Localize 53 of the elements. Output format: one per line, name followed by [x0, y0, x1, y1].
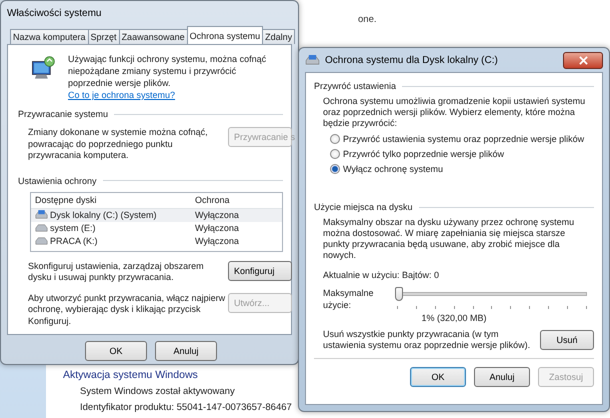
tab[interactable]: Ochrona systemu [186, 26, 264, 44]
slider-label: Maksymalne użycie: [323, 287, 375, 312]
drive-name: PRACA (K:) [50, 236, 99, 246]
description-text: Zmiany dokonane w systemie można cofnąć, powracając do poprzedniego punktu przywracania komputera. [28, 127, 209, 162]
dialog-button[interactable]: Anuluj [155, 341, 217, 361]
drive-icon [35, 236, 48, 246]
configure-button[interactable]: Konfiguruj [228, 260, 292, 280]
radio-button[interactable] [330, 134, 340, 144]
drive-name: Dysk lokalny (C:) (System) [50, 210, 158, 220]
group-title: Przywracanie systemu [18, 109, 108, 119]
system-drive-icon [35, 210, 48, 220]
window-title: Właściwości systemu [7, 8, 102, 19]
description-text: Maksymalny obszar na dysku używany przez ochronę systemu można dostosować. W miarę zapełniania się miejsca starsze punkty przywracania będą usuwane, aby zrobić miejsce dla nowych. [323, 217, 576, 261]
protection-status: Wyłączona [195, 236, 239, 246]
dialog-button[interactable]: OK [85, 341, 147, 361]
help-link[interactable]: Co to je ochrona systemu? [68, 89, 176, 101]
radio-button[interactable] [330, 164, 340, 174]
info-text: Identyfikator produktu: 55041-147-0073657-86467 [79, 402, 292, 413]
tab[interactable]: Nazwa komputera [10, 29, 89, 44]
protection-status: Wyłączona [195, 223, 239, 233]
window-title: Ochrona systemu dla Dysk lokalny (C:) [325, 54, 498, 66]
description-text: Usuń wszystkie punkty przywracania (w tym ustawienia systemu oraz poprzednie wersje plików). [323, 329, 532, 351]
background-text: one. [358, 14, 376, 25]
drive-name: system (E:) [50, 223, 97, 233]
group-title: Ustawienia ochrony [18, 176, 97, 186]
protection-status: Wyłączona [195, 210, 239, 220]
column-header[interactable]: Dostępne dyski [35, 195, 195, 205]
info-text: System Windows został aktywowany [79, 386, 236, 397]
section-heading: Aktywacja systemu Windows [63, 369, 199, 381]
delete-button[interactable]: Usuń [540, 330, 594, 350]
dialog-button[interactable]: Anuluj [474, 367, 530, 387]
computer-shield-icon [30, 55, 56, 81]
dialog-button[interactable]: OK [410, 367, 466, 387]
group-title: Przywróć ustawienia [314, 81, 396, 91]
usage-text: Aktualnie w użyciu: Bajtów: 0 [323, 270, 440, 281]
description-text: Używając funkcji ochrony systemu, można cofnąć niepożądane zmiany systemu i przywrócić poprzednie wersje plików. [68, 53, 268, 89]
tab[interactable]: Zdalny [262, 29, 296, 44]
drive-icon [305, 54, 320, 66]
description-text: Skonfiguruj ustawienia, zarządzaj obszarem dysku i usuwaj punkty przywracania. [28, 260, 205, 284]
radio-button[interactable] [330, 149, 340, 159]
close-button[interactable] [563, 52, 603, 68]
slider-value: 1% (320,00 MB) [421, 313, 487, 323]
group-title: Użycie miejsca na dysku [314, 202, 413, 212]
tab[interactable]: Sprzęt [88, 29, 120, 44]
tab[interactable]: Zaawansowane [118, 29, 188, 44]
drive-row[interactable]: system (E:) Wyłączona [31, 222, 282, 234]
column-header[interactable]: Ochrona [195, 195, 230, 205]
slider-thumb[interactable] [394, 287, 403, 301]
drive-row[interactable]: PRACA (K:) Wyłączona [31, 234, 282, 248]
description-text: Ochrona systemu umożliwia gromadzenie kopii ustawień systemu oraz poprzednich wersji plików. Wybierz elementy, które można będzie przywrócić: [323, 96, 586, 129]
close-icon [578, 56, 588, 64]
drive-row[interactable]: Dysk lokalny (C:) (System) Wyłączona [31, 208, 282, 222]
description-text: Aby utworzyć punkt przywracania, włącz najpierw ochronę, wybierając dysk i klikając przycisk Konfiguruj. [28, 292, 226, 327]
